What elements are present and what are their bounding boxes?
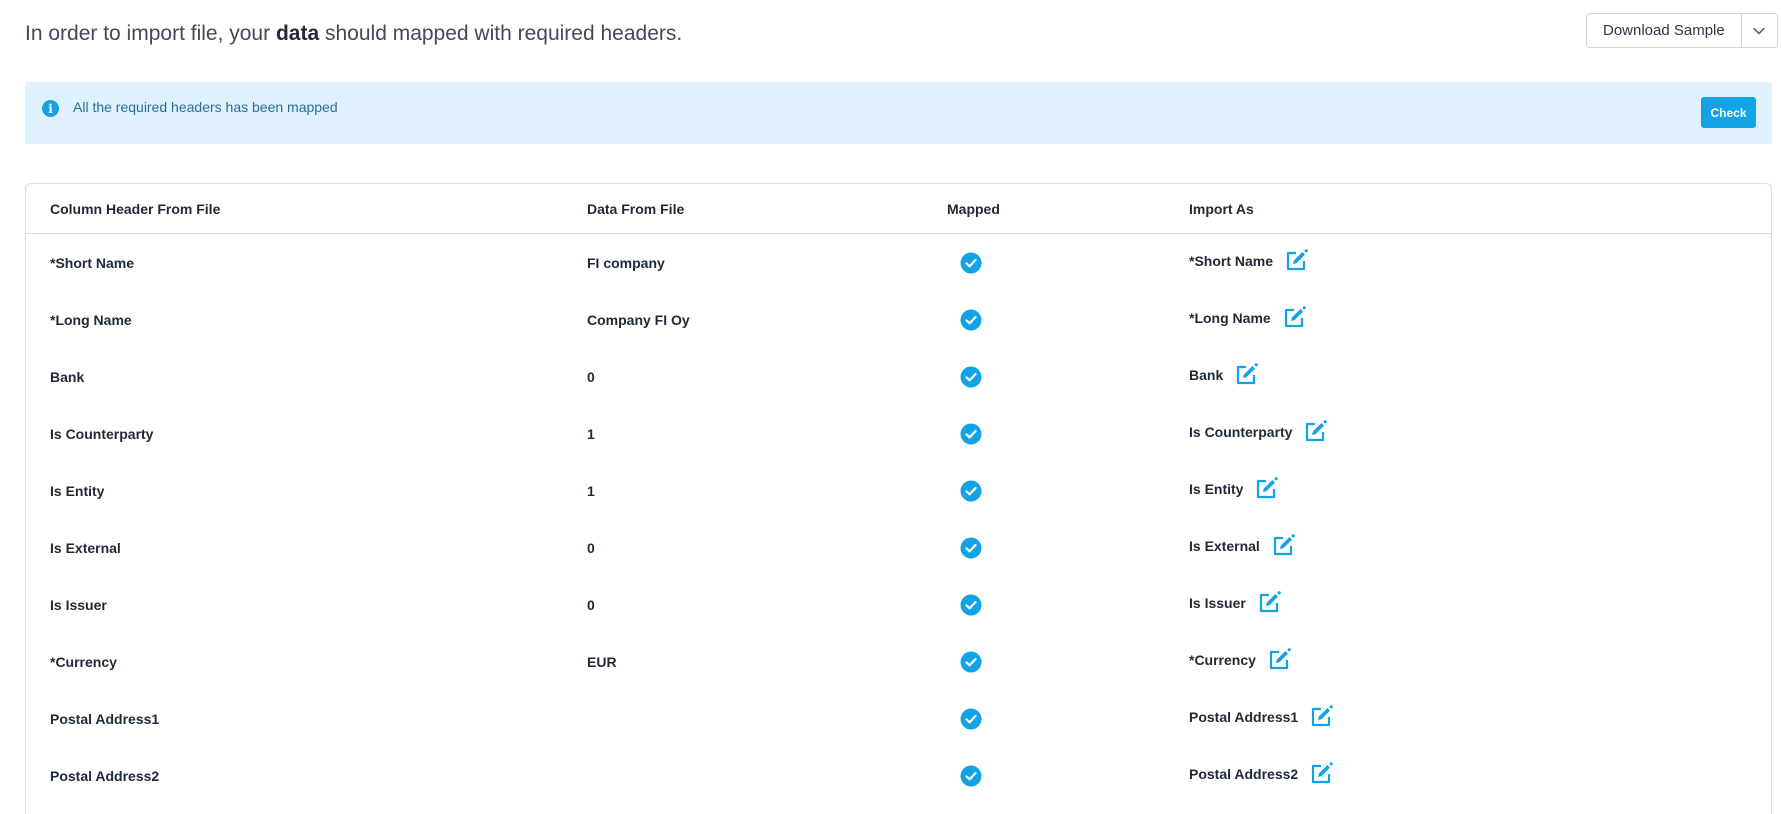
cell-import-as: *Short Name bbox=[1189, 248, 1309, 274]
mapped-check-icon bbox=[960, 366, 982, 388]
edit-icon[interactable] bbox=[1256, 590, 1282, 616]
edit-icon[interactable] bbox=[1308, 761, 1334, 787]
mapped-check-icon bbox=[960, 708, 982, 730]
cell-import-as: Is Counterparty bbox=[1189, 419, 1328, 445]
download-sample-split-button: Download Sample bbox=[1586, 13, 1778, 48]
cell-column-header: Is Entity bbox=[50, 483, 105, 499]
table-row: Is External 0 Is External bbox=[26, 519, 1771, 576]
edit-icon[interactable] bbox=[1270, 533, 1296, 559]
chevron-down-icon bbox=[1753, 27, 1765, 34]
table-row: *Currency EUR *Currency bbox=[26, 633, 1771, 690]
cell-import-as: Is External bbox=[1189, 533, 1296, 559]
cell-data-from-file: 1 bbox=[587, 426, 595, 442]
table-row: Postal Address2 Postal Address2 bbox=[26, 747, 1771, 804]
intro-after: should mapped with required headers. bbox=[324, 22, 683, 45]
import-as-label: *Short Name bbox=[1189, 253, 1274, 269]
table-row: *Short Name FI company *Short Name bbox=[26, 234, 1771, 291]
edit-icon[interactable] bbox=[1283, 248, 1309, 274]
edit-icon[interactable] bbox=[1302, 419, 1328, 445]
cell-column-header: *Long Name bbox=[50, 312, 132, 328]
mapped-check-icon bbox=[960, 423, 982, 445]
table-row: Is Issuer 0 Is Issuer bbox=[26, 576, 1771, 633]
intro-text: In order to import file, your data shoul… bbox=[25, 22, 682, 46]
cell-import-as: Postal Address1 bbox=[1189, 704, 1334, 730]
edit-icon[interactable] bbox=[1308, 704, 1334, 730]
import-as-label: Is Entity bbox=[1189, 481, 1244, 497]
cell-column-header: *Currency bbox=[50, 654, 117, 670]
import-as-label: Is Issuer bbox=[1189, 595, 1246, 611]
mapped-check-icon bbox=[960, 252, 982, 274]
edit-icon[interactable] bbox=[1266, 647, 1292, 673]
download-options-dropdown[interactable] bbox=[1742, 14, 1777, 47]
mapped-check-icon bbox=[960, 309, 982, 331]
cell-import-as: Is Issuer bbox=[1189, 590, 1282, 616]
edit-icon[interactable] bbox=[1233, 362, 1259, 388]
cell-column-header: Postal Address2 bbox=[50, 768, 160, 784]
edit-icon[interactable] bbox=[1281, 305, 1307, 331]
mapped-check-icon bbox=[960, 537, 982, 559]
cell-data-from-file: 0 bbox=[587, 540, 595, 556]
cell-data-from-file: 0 bbox=[587, 369, 595, 385]
edit-icon[interactable] bbox=[1253, 476, 1279, 502]
import-as-label: *Currency bbox=[1189, 652, 1256, 668]
info-alert: i All the required headers has been mapp… bbox=[25, 82, 1772, 144]
cell-import-as: Postal Address2 bbox=[1189, 761, 1334, 787]
import-as-label: Postal Address2 bbox=[1189, 766, 1299, 782]
check-button[interactable]: Check bbox=[1701, 97, 1756, 128]
intro-strong: data bbox=[275, 22, 320, 45]
header-import-as: Import As bbox=[1189, 201, 1254, 217]
header-mapped: Mapped bbox=[947, 201, 1000, 217]
cell-column-header: *Short Name bbox=[50, 255, 135, 271]
table-row: Is Counterparty 1 Is Counterparty bbox=[26, 405, 1771, 462]
cell-data-from-file: FI company bbox=[587, 255, 665, 271]
alert-message: All the required headers has been mapped bbox=[73, 99, 338, 115]
table-header: Column Header From File Data From File M… bbox=[26, 184, 1771, 234]
cell-column-header: Bank bbox=[50, 369, 85, 385]
mapped-check-icon bbox=[960, 651, 982, 673]
cell-column-header: Is Counterparty bbox=[50, 426, 154, 442]
header-column-from-file: Column Header From File bbox=[50, 201, 221, 217]
info-icon: i bbox=[42, 100, 59, 117]
cell-data-from-file: 1 bbox=[587, 483, 595, 499]
intro-before: In order to import file, your bbox=[25, 22, 271, 45]
import-mapping-page: In order to import file, your data shoul… bbox=[0, 0, 1781, 814]
mapped-check-icon bbox=[960, 594, 982, 616]
table-row: Postal Address1 Postal Address1 bbox=[26, 690, 1771, 747]
mapped-check-icon bbox=[960, 480, 982, 502]
cell-data-from-file: 0 bbox=[587, 597, 595, 613]
import-as-label: Bank bbox=[1189, 367, 1224, 383]
import-as-label: Is Counterparty bbox=[1189, 424, 1293, 440]
import-as-label: *Long Name bbox=[1189, 310, 1271, 326]
table-row: Bank 0 Bank bbox=[26, 348, 1771, 405]
import-as-label: Postal Address1 bbox=[1189, 709, 1299, 725]
cell-column-header: Postal Address1 bbox=[50, 711, 160, 727]
table-row: Is Entity 1 Is Entity bbox=[26, 462, 1771, 519]
cell-data-from-file: Company FI Oy bbox=[587, 312, 690, 328]
table-body: *Short Name FI company *Short Name *Long Na… bbox=[26, 234, 1771, 804]
download-sample-button[interactable]: Download Sample bbox=[1587, 14, 1742, 47]
import-as-label: Is External bbox=[1189, 538, 1260, 554]
cell-import-as: Is Entity bbox=[1189, 476, 1279, 502]
cell-import-as: *Long Name bbox=[1189, 305, 1307, 331]
cell-column-header: Is Issuer bbox=[50, 597, 107, 613]
cell-import-as: Bank bbox=[1189, 362, 1259, 388]
mapped-check-icon bbox=[960, 765, 982, 787]
cell-data-from-file: EUR bbox=[587, 654, 617, 670]
header-data-from-file: Data From File bbox=[587, 201, 685, 217]
cell-column-header: Is External bbox=[50, 540, 121, 556]
mapping-table: Column Header From File Data From File M… bbox=[25, 183, 1772, 814]
table-row: *Long Name Company FI Oy *Long Name bbox=[26, 291, 1771, 348]
cell-import-as: *Currency bbox=[1189, 647, 1292, 673]
